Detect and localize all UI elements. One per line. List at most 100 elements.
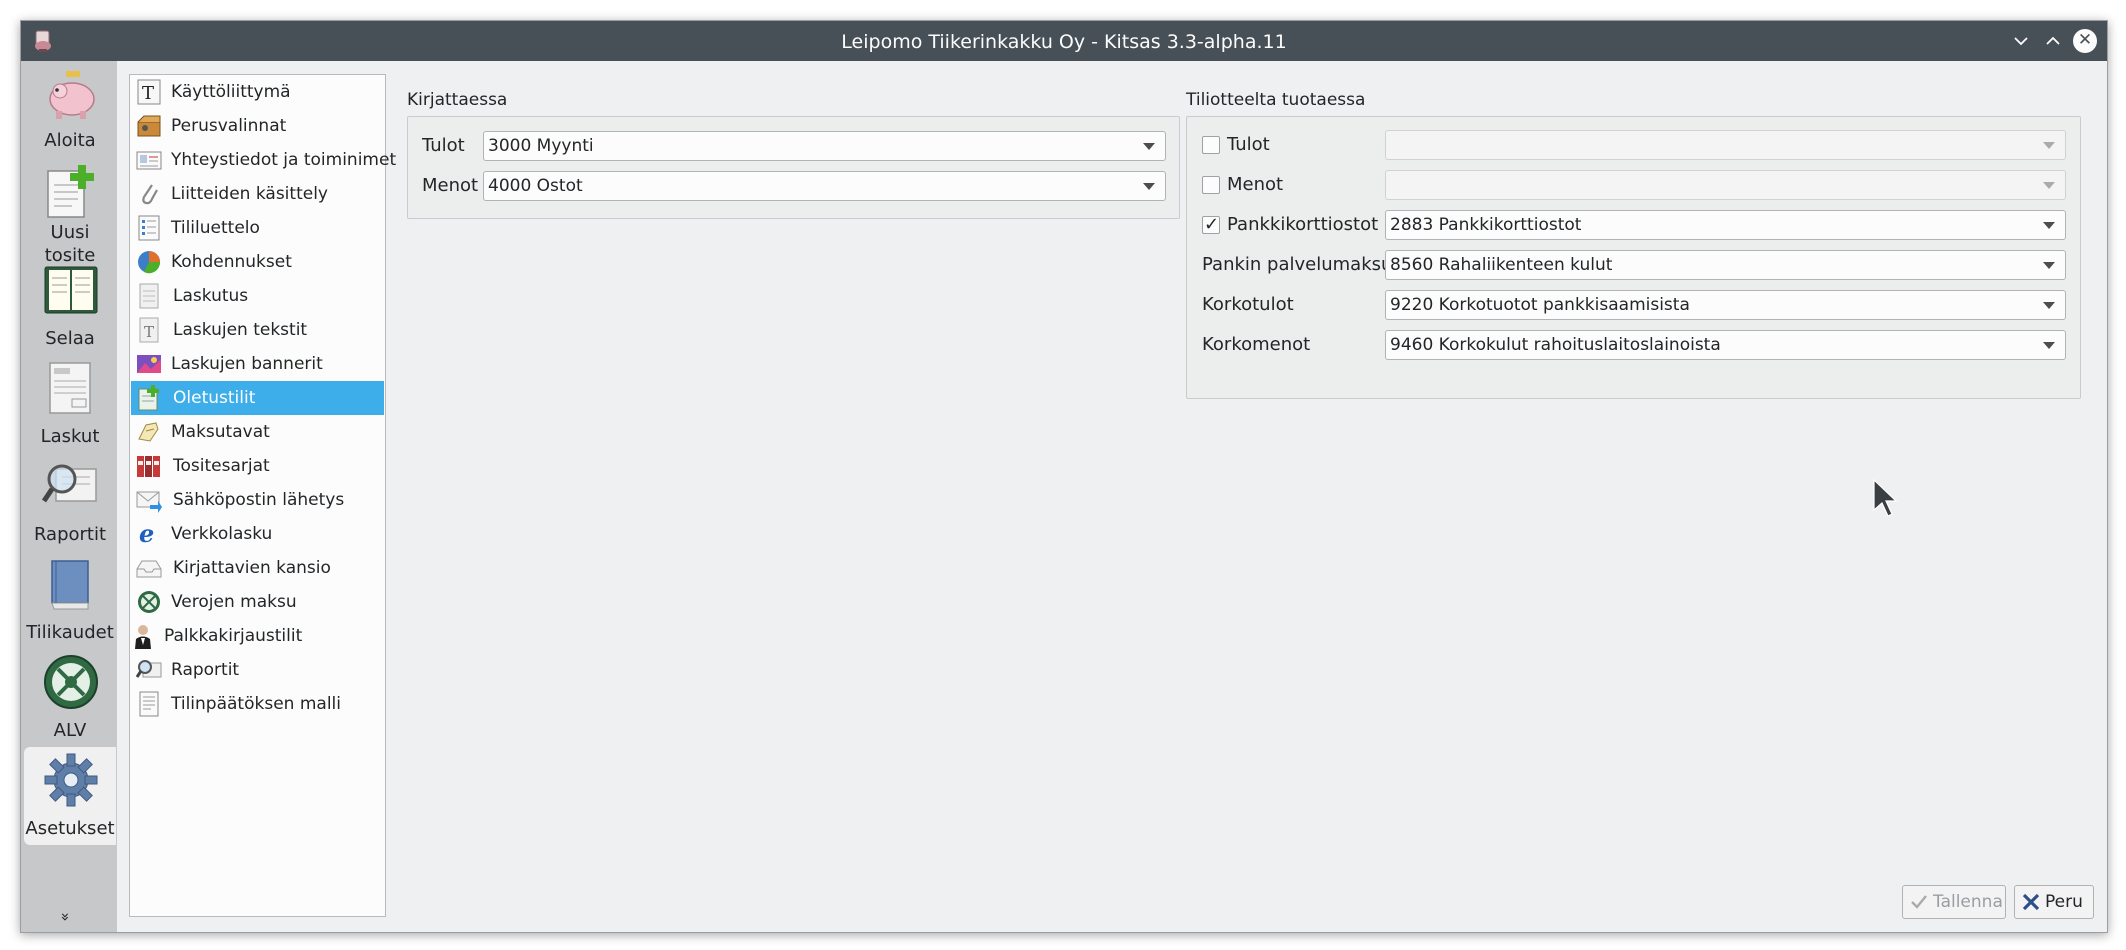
tiliotteelta-menot-combo[interactable] <box>1385 170 2066 200</box>
report-magnifier-icon <box>42 464 97 503</box>
minimize-button[interactable] <box>2007 27 2035 55</box>
tiliotteelta-group: Tulot Menot ✓ Pankkikorttiostot 2883 Pan… <box>1186 116 2081 399</box>
e-invoice-icon: e <box>139 521 154 547</box>
pie-chart-icon <box>138 251 161 274</box>
tiliotteelta-pankkikortti-checkbox[interactable]: ✓ <box>1202 214 1220 235</box>
settings-item-kirjattavien-kansio[interactable]: Kirjattavien kansio <box>131 551 384 585</box>
settings-item-verojen-maksu[interactable]: Verojen maksu <box>131 585 384 619</box>
combo-value: 8560 Rahaliikenteen kulut <box>1390 255 1613 275</box>
settings-item-tilinpaatoksen-malli[interactable]: Tilinpäätöksen malli <box>131 687 384 721</box>
kirjattaessa-menot-combo[interactable]: 4000 Ostot <box>483 171 1166 201</box>
settings-item-label: Oletustilit <box>173 388 256 408</box>
account-list-icon <box>138 215 160 241</box>
mouse-cursor-icon <box>1873 478 1898 517</box>
nav-item-asetukset[interactable]: Asetukset <box>24 747 116 845</box>
settings-item-label: Tililuettelo <box>171 218 260 238</box>
nav-item-uusi-tosite[interactable]: Uusi tosite <box>24 159 116 266</box>
tiliotteelta-menot-checkbox[interactable] <box>1202 176 1220 194</box>
tax-seal-icon <box>138 591 160 613</box>
nav-item-alv[interactable]: ALV <box>24 649 116 747</box>
tiliotteelta-pankkikortti-label: Pankkikorttiostot <box>1227 214 1379 235</box>
settings-item-perusvalinnat[interactable]: Perusvalinnat <box>131 109 384 143</box>
settings-item-palkkakirjaustilit[interactable]: Palkkakirjaustilit <box>131 619 384 653</box>
checkmark-icon <box>1911 895 1927 909</box>
chevron-down-icon <box>2043 182 2055 189</box>
vat-seal-icon <box>44 655 98 709</box>
tiliotteelta-pankkikortti-combo[interactable]: 2883 Pankkikorttiostot <box>1385 210 2066 240</box>
settings-item-liitteiden-kasittely[interactable]: Liitteiden käsittely <box>131 177 384 211</box>
kirjattaessa-title: Kirjattaessa <box>407 90 508 110</box>
tiliotteelta-korkomenot-combo[interactable]: 9460 Korkokulut rahoituslaitoslainoista <box>1385 330 2066 360</box>
tiliotteelta-menot-label: Menot <box>1227 174 1284 195</box>
nav-item-tilikaudet[interactable]: Tilikaudet <box>24 551 116 649</box>
settings-item-sahkoposti[interactable]: Sähköpostin lähetys <box>131 483 384 517</box>
tiliotteelta-tulot-label: Tulot <box>1227 134 1270 155</box>
settings-item-laskujen-tekstit[interactable]: T Laskujen tekstit <box>131 313 384 347</box>
chevron-down-icon <box>1143 183 1155 190</box>
chevron-down-icon <box>2043 222 2055 229</box>
settings-item-label: Perusvalinnat <box>171 116 287 136</box>
tiliotteelta-palvelumaksut-combo[interactable]: 8560 Rahaliikenteen kulut <box>1385 250 2066 280</box>
tiliotteelta-korkotulot-combo[interactable]: 9220 Korkotuotot pankkisaamisista <box>1385 290 2066 320</box>
settings-item-label: Verkkolasku <box>171 524 273 544</box>
settings-item-label: Maksutavat <box>171 422 270 442</box>
nav-item-aloita[interactable]: Aloita <box>24 61 116 159</box>
settings-category-list[interactable]: T Käyttöliittymä Perusvalinnat Yhteystie… <box>129 74 396 917</box>
nav-label-aloita: Aloita <box>44 130 96 151</box>
settings-item-maksutavat[interactable]: Maksutavat <box>131 415 384 449</box>
contact-card-icon <box>136 151 162 170</box>
settings-item-kayttoliittyma[interactable]: T Käyttöliittymä <box>131 75 384 109</box>
maximize-button[interactable] <box>2039 27 2067 55</box>
nav-label-alv: ALV <box>53 720 87 741</box>
combo-value: 3000 Myynti <box>488 136 594 156</box>
piggy-bank-icon <box>49 71 95 119</box>
settings-item-label: Kohdennukset <box>171 252 292 272</box>
person-icon <box>135 625 151 649</box>
nav-item-laskut[interactable]: Laskut <box>24 355 116 453</box>
blue-book-icon <box>51 560 89 610</box>
nav-more-button[interactable]: » <box>57 912 75 921</box>
close-button[interactable]: ✕ <box>2073 29 2097 53</box>
settings-item-tililuettelo[interactable]: Tililuettelo <box>131 211 384 245</box>
settings-item-label: Tilinpäätöksen malli <box>171 694 341 714</box>
tiliotteelta-tulot-checkbox[interactable] <box>1202 136 1220 154</box>
kirjattaessa-tulot-combo[interactable]: 3000 Myynti <box>483 131 1166 161</box>
window-title: Leipomo Tiikerinkakku Oy - Kitsas 3.3-al… <box>841 31 1287 53</box>
settings-item-kohdennukset[interactable]: Kohdennukset <box>131 245 384 279</box>
document-template-icon <box>139 691 159 717</box>
checkmark-icon: ✓ <box>1204 214 1220 235</box>
nav-label-selaa: Selaa <box>45 328 95 349</box>
chevron-down-icon <box>2043 262 2055 269</box>
chevron-up-icon <box>2046 36 2060 45</box>
svg-text:T: T <box>144 323 154 341</box>
invoice-icon <box>49 362 91 414</box>
invoice-text-icon: T <box>139 317 159 343</box>
settings-item-laskujen-bannerit[interactable]: Laskujen bannerit <box>131 347 384 381</box>
tiliotteelta-tulot-combo[interactable] <box>1385 130 2066 160</box>
save-button[interactable]: Tallenna <box>1902 885 2006 919</box>
settings-item-yhteystiedot[interactable]: Yhteystiedot ja toiminimet <box>131 143 396 177</box>
chevron-down-icon <box>2043 342 2055 349</box>
settings-item-raportit[interactable]: Raportit <box>131 653 384 687</box>
gear-icon <box>44 753 98 807</box>
settings-item-label: Laskutus <box>173 286 249 306</box>
settings-item-verkkolasku[interactable]: e Verkkolasku <box>131 517 384 551</box>
nav-item-selaa[interactable]: Selaa <box>24 257 116 355</box>
tiliotteelta-title: Tiliotteelta tuotaessa <box>1186 90 1366 110</box>
settings-item-oletustilit[interactable]: Oletustilit <box>131 381 384 415</box>
chevron-down-icon <box>2043 302 2055 309</box>
text-t-icon: T <box>137 79 161 105</box>
settings-item-label: Verojen maksu <box>171 592 297 612</box>
settings-item-tositesarjat[interactable]: Tositesarjat <box>131 449 384 483</box>
svg-text:T: T <box>142 83 154 104</box>
default-accounts-icon <box>138 385 159 411</box>
combo-value: 9220 Korkotuotot pankkisaamisista <box>1390 295 1690 315</box>
nav-item-raportit[interactable]: Raportit <box>24 453 116 551</box>
cancel-x-icon <box>2022 893 2040 911</box>
title-bar[interactable]: Leipomo Tiikerinkakku Oy - Kitsas 3.3-al… <box>21 21 2107 61</box>
cancel-button[interactable]: Peru <box>2014 885 2094 919</box>
settings-item-laskutus[interactable]: Laskutus <box>131 279 384 313</box>
chevron-down-icon <box>1143 143 1155 150</box>
kirjattaessa-tulot-label: Tulot <box>422 135 465 156</box>
nav-label-asetukset: Asetukset <box>25 818 115 839</box>
